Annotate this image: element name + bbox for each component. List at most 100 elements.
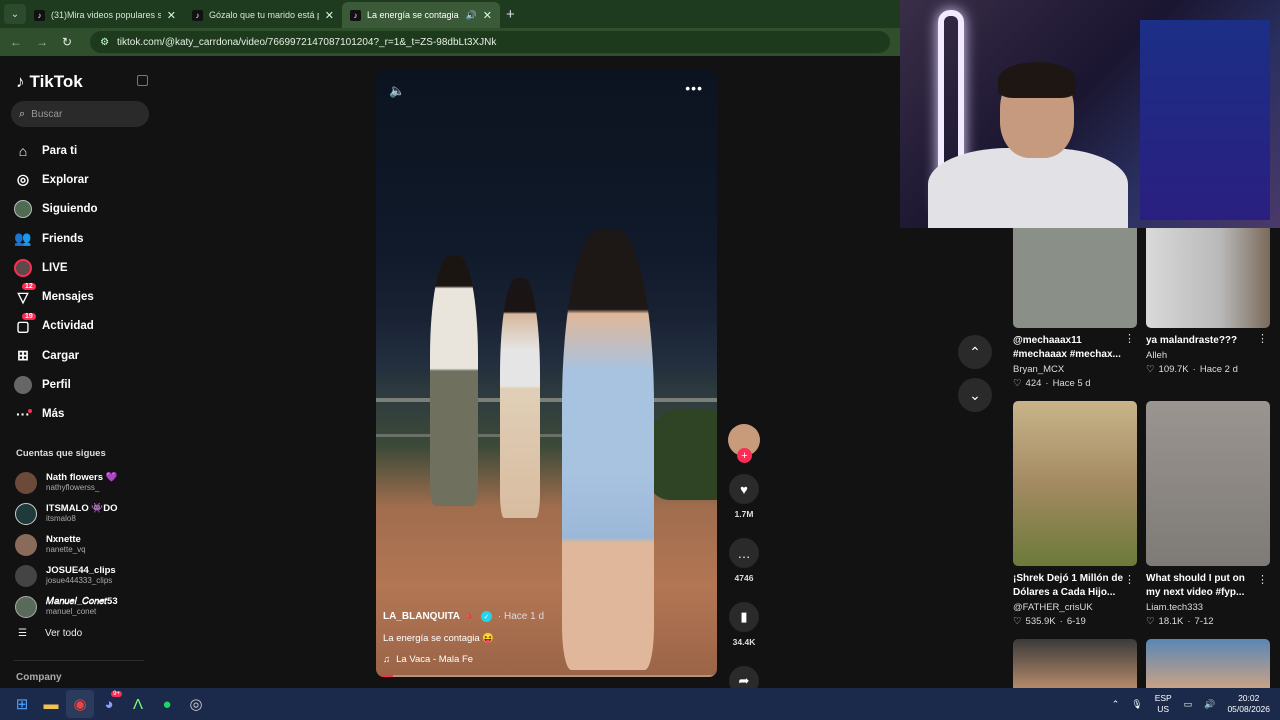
tab-audio-icon[interactable]: 🔊 [466,10,477,21]
network-icon[interactable]: ▭ [1184,699,1193,710]
followed-account[interactable]: 𝑀𝑎𝑛𝑢𝑒𝑙_𝐶𝑜𝑛𝑒𝑡53 manuel_conet [15,591,155,622]
video-progress-bar[interactable] [376,675,717,677]
close-tab-icon[interactable]: ✕ [325,9,334,22]
followed-account[interactable]: Nxnette nanette_vq [15,530,155,561]
video-card[interactable]: ⋮ @mechaaax11 #mechaaax #mechax... Bryan… [1013,228,1137,389]
notification-dot [28,408,32,413]
creator-avatar[interactable]: + [728,424,760,463]
heart-icon[interactable]: ♥ [729,474,759,504]
heart-icon: ♡ [1013,378,1022,389]
comment-action[interactable]: … 4746 [729,538,759,583]
discord-icon[interactable]: ◕ 9+ [95,690,123,718]
menu-item-actividad[interactable]: ▢ 19 Actividad [14,312,154,341]
chevron-up-icon[interactable]: ⌃ [1112,699,1120,710]
video-title: @mechaaax11 #mechaaax #mechax... [1013,335,1121,360]
video-player[interactable]: 🔈 ••• LA_BLANQUITA 🔺 ✓ · Hace 1 d La ene… [376,70,717,677]
browser-tab-3[interactable]: ♪ La energía se contagia 😝 🔊 ✕ [342,2,500,28]
previous-video-button[interactable]: ⌃ [958,335,992,369]
app-icon[interactable]: ◎ [182,690,210,718]
menu-item-mensajes[interactable]: ▽ 12 Mensajes [14,282,154,311]
menu-item-explorar[interactable]: ◎ Explorar [14,165,154,194]
menu-item-perfil[interactable]: Perfil [14,370,154,399]
clock[interactable]: 20:02 05/08/2026 [1227,693,1270,715]
card-menu-icon[interactable]: ⋮ [1257,573,1268,586]
more-options-icon[interactable]: ••• [685,80,703,96]
like-count: 1.7M [734,509,754,519]
account-handle: nanette_vq [46,544,86,554]
microphone-icon[interactable]: 🎙 [1131,699,1142,710]
followed-account[interactable]: Nath flowers 💜 nathyflowerss_ [15,468,155,499]
see-all-button[interactable]: ☰ Ver todo [18,628,82,639]
clock-date: 05/08/2026 [1227,704,1270,714]
collapse-sidebar-icon[interactable] [137,75,148,86]
company-link[interactable]: Company [16,672,62,683]
account-name: ITSMALO 👾DO [46,503,118,515]
browser-tab-2[interactable]: ♪ Gózalo que tu marido está pre ✕ [184,2,342,28]
followed-account[interactable]: ITSMALO 👾DO itsmalo8 [15,499,155,530]
activity-count-badge: 19 [22,312,36,320]
video-card[interactable]: ⋮ ¡Shrek Dejó 1 Millón de Dólares a Cada… [1013,401,1137,627]
video-thumbnail[interactable] [1013,639,1137,688]
video-author: Alleh [1146,350,1168,361]
back-icon[interactable]: ← [10,35,22,49]
video-thumbnail[interactable] [1146,401,1270,566]
menu-item-cargar[interactable]: ⊞ Cargar [14,341,154,370]
video-thumbnail[interactable] [1013,228,1137,328]
following-section-title: Cuentas que sigues [16,448,106,459]
language-indicator[interactable]: ESP US [1155,693,1172,715]
tiktok-sidebar: ♪ TikTok ⌕ ⌂ Para ti ◎ Explorar Siguiend… [0,56,160,688]
forward-icon[interactable]: → [36,35,48,49]
close-tab-icon[interactable]: ✕ [167,9,176,22]
chevron-down-icon: ⌄ [969,386,981,403]
tiktok-favicon-icon: ♪ [192,9,203,21]
new-tab-button[interactable]: + [506,6,515,23]
comment-icon[interactable]: … [729,538,759,568]
bookmark-icon[interactable]: ▮ [729,602,759,632]
account-handle: itsmalo8 [46,514,76,524]
url-field[interactable]: ⚙ tiktok.com/@katy_carrdona/video/766997… [90,31,890,53]
menu-item-siguiendo[interactable]: Siguiendo [14,195,154,224]
browser-tab-1[interactable]: ♪ (31)Mira videos populares sele ✕ [26,2,184,28]
like-action[interactable]: ♥ 1.7M [729,474,759,519]
video-card[interactable]: ⋮ ya malandraste??? Alleh ♡ 109.7K · Hace 2… [1146,228,1270,375]
spotify-icon[interactable]: ● [153,690,181,718]
tiktok-favicon-icon: ♪ [34,9,45,21]
follow-plus-icon[interactable]: + [737,448,752,463]
file-explorer-icon[interactable]: ▬ [37,690,65,718]
card-menu-icon[interactable]: ⋮ [1124,332,1135,345]
close-tab-icon[interactable]: ✕ [483,9,492,22]
account-name: Nath flowers 💜 [46,472,118,484]
card-menu-icon[interactable]: ⋮ [1257,332,1268,345]
video-thumbnail[interactable] [1146,228,1270,328]
followed-account[interactable]: JOSUE44_clips josue444333_clips [15,560,155,591]
menu-item-friends[interactable]: 👥 Friends [14,224,154,253]
video-card[interactable] [1013,639,1137,688]
video-caption: LA_BLANQUITA 🔺 ✓ · Hace 1 d La energía s… [383,611,703,665]
video-author[interactable]: LA_BLANQUITA 🔺 [383,611,475,622]
volume-icon[interactable]: 🔈 [389,83,405,99]
menu-item-mas[interactable]: ··· Más [14,400,154,429]
windows-start-icon[interactable]: ⊞ [8,690,36,718]
video-thumbnail[interactable] [1146,639,1270,688]
site-info-icon[interactable]: ⚙ [100,37,109,48]
video-thumbnail[interactable] [1013,401,1137,566]
reload-icon[interactable]: ↻ [62,35,72,49]
save-action[interactable]: ▮ 34.4K [729,602,759,647]
next-video-button[interactable]: ⌄ [958,378,992,412]
chrome-icon[interactable]: ◉ [66,690,94,718]
url-text: tiktok.com/@katy_carrdona/video/76699721… [117,36,497,48]
webcam-shelf [1140,20,1270,220]
video-card[interactable] [1146,639,1270,688]
heart-icon: ♡ [1146,616,1155,627]
tab-search-button[interactable]: ⌄ [4,4,26,24]
app-icon[interactable]: Λ [124,690,152,718]
video-title: ya malandraste??? [1146,335,1238,346]
menu-item-live[interactable]: LIVE [14,253,154,282]
menu-item-para-ti[interactable]: ⌂ Para ti [14,136,154,165]
video-card[interactable]: ⋮ What should I put on my next video #fy… [1146,401,1270,627]
card-menu-icon[interactable]: ⋮ [1124,573,1135,586]
music-link[interactable]: ♫ La Vaca - Mala Fe [383,654,703,665]
tiktok-logo[interactable]: ♪ TikTok [16,72,83,92]
search-input[interactable] [31,108,132,120]
speaker-icon[interactable]: 🔊 [1204,699,1215,710]
